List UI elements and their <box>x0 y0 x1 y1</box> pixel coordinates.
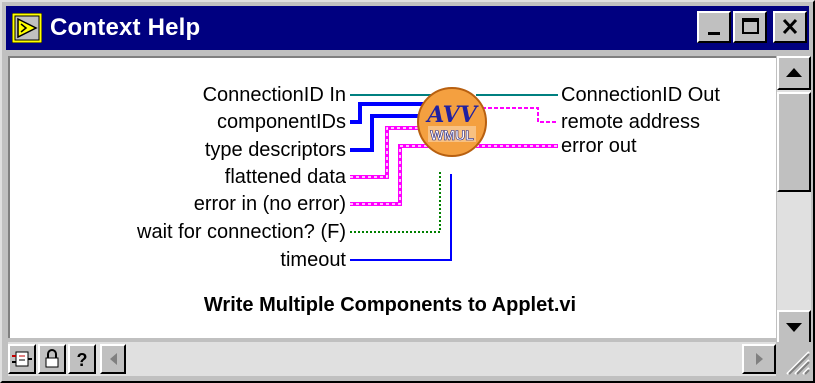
terminal-label-error-out: error out <box>561 135 637 157</box>
vi-name: Write Multiple Components to Applet.vi <box>203 294 577 316</box>
arrow-up-icon <box>786 68 802 77</box>
title-bar[interactable]: Context Help <box>6 6 809 50</box>
terminal-label-flattened-data: flattened data <box>224 166 346 188</box>
help-button[interactable]: ? <box>68 344 96 374</box>
scroll-left-button[interactable] <box>100 344 126 374</box>
terminal-label-timeout: timeout <box>280 249 346 271</box>
close-button[interactable] <box>773 11 807 43</box>
lock-icon <box>45 349 59 368</box>
close-icon <box>782 18 798 35</box>
show-hide-terminals-icon <box>12 351 32 367</box>
context-help-window: Context Help AVV WMUL ConnectionID In co… <box>0 0 815 383</box>
scroll-right-button[interactable] <box>742 344 776 374</box>
wire-wait-for-connection <box>350 170 441 233</box>
terminal-label-connectionid-in: ConnectionID In <box>202 84 346 106</box>
terminal-label-connectionid-out: ConnectionID Out <box>561 84 720 106</box>
arrow-down-icon <box>786 323 802 332</box>
show-hide-terminals-button[interactable] <box>8 344 36 374</box>
help-question-icon: ? <box>77 350 88 370</box>
vi-icon: AVV WMUL <box>417 87 487 157</box>
scroll-down-button[interactable] <box>777 310 811 344</box>
vi-icon-label: WMUL <box>430 127 474 143</box>
bottom-toolbar: ? <box>8 342 776 376</box>
terminal-label-componentids: componentIDs <box>217 111 346 133</box>
labview-help-icon <box>12 13 42 43</box>
maximize-icon <box>742 18 759 34</box>
minimize-button[interactable] <box>697 11 731 43</box>
maximize-button[interactable] <box>733 11 767 43</box>
terminal-label-wait-for-connection: wait for connection? (F) <box>137 221 346 243</box>
svg-text:?: ? <box>77 350 88 370</box>
resize-grip-icon <box>786 351 810 375</box>
arrow-right-icon <box>756 353 763 365</box>
lock-button[interactable] <box>38 344 66 374</box>
window-title: Context Help <box>50 14 201 41</box>
wire-remote-address <box>476 107 558 123</box>
vi-icon-glyph: AVV <box>425 102 479 128</box>
scroll-up-button[interactable] <box>777 56 811 90</box>
terminal-label-type-descriptors: type descriptors <box>204 139 346 161</box>
vertical-scrollbar[interactable] <box>777 56 811 344</box>
minimize-icon <box>708 32 720 35</box>
resize-grip[interactable] <box>777 342 811 376</box>
scroll-thumb[interactable] <box>777 92 811 192</box>
terminal-label-error-in: error in (no error) <box>193 193 346 215</box>
arrow-left-icon <box>110 353 117 365</box>
terminal-label-remote-address: remote address <box>561 111 700 133</box>
help-content-area: AVV WMUL ConnectionID In componentIDs ty… <box>8 56 776 338</box>
